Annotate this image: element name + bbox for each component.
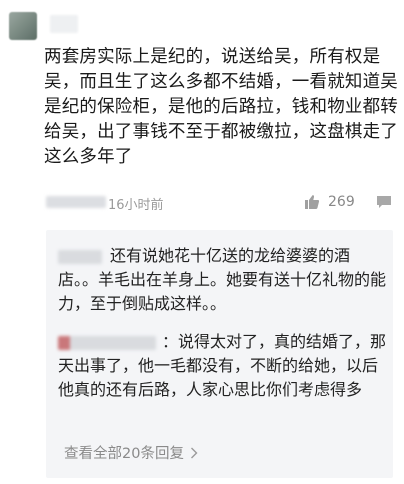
comment-meta: 16小时前 269 xyxy=(44,193,400,213)
reply-text: 还有说她花十亿送的龙给婆婆的酒店。。羊毛出在羊身上。她要有送十亿礼物的能力，至于… xyxy=(58,246,387,313)
location-redacted xyxy=(46,196,106,208)
avatar[interactable] xyxy=(9,12,37,40)
username-redacted[interactable] xyxy=(50,15,78,33)
replies-panel: 还有说她花十亿送的龙给婆婆的酒店。。羊毛出在羊身上。她要有送十亿礼物的能力，至于… xyxy=(46,230,393,478)
comment-icon[interactable] xyxy=(376,195,392,209)
timestamp: 16小时前 xyxy=(108,198,164,213)
view-all-label: 查看全部20条回复 xyxy=(64,446,184,462)
reply-author-redacted[interactable] xyxy=(58,335,156,350)
chevron-right-icon xyxy=(190,447,198,458)
thumbs-up-icon xyxy=(305,195,320,209)
reply-item[interactable]: ：说得太对了，真的结婚了，那天出事了，他一毛都没有，不断的给她，以后他真的还有后… xyxy=(58,330,388,402)
reply-item[interactable]: 还有说她花十亿送的龙给婆婆的酒店。。羊毛出在羊身上。她要有送十亿礼物的能力，至于… xyxy=(58,244,388,316)
reply-author-redacted[interactable] xyxy=(58,249,102,264)
comment-text: 两套房实际上是纪的，说送给吴，所有权是吴，而且生了这么多都不结婚，一看就知道吴是… xyxy=(44,47,398,167)
like-count: 269 xyxy=(328,194,355,210)
view-all-replies-link[interactable]: 查看全部20条回复 xyxy=(64,442,198,463)
like-button[interactable]: 269 xyxy=(304,193,355,211)
